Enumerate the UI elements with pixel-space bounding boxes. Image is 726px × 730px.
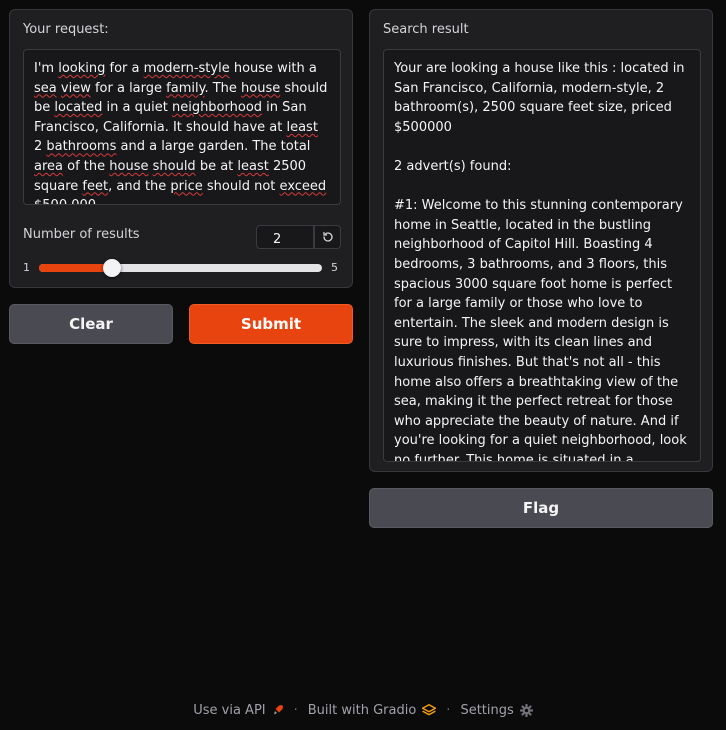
misspelled-word: exceed — [279, 178, 327, 194]
flag-button[interactable]: Flag — [369, 488, 713, 528]
request-panel: Your request: I'm looking for a modern-s… — [9, 9, 353, 288]
slider-thumb[interactable] — [102, 259, 121, 277]
request-text: should not — [202, 178, 280, 194]
settings-link[interactable]: Settings — [460, 702, 533, 718]
footer-separator: · — [446, 702, 451, 718]
request-text: for a — [105, 61, 144, 76]
request-text: be at — [195, 158, 238, 174]
request-text: in a quiet — [102, 100, 172, 116]
request-text: house with a — [229, 61, 321, 76]
request-text: I'm — [34, 61, 59, 76]
request-text: and a large garden. The total — [116, 139, 315, 155]
results-slider[interactable] — [39, 259, 322, 277]
footer-separator: · — [293, 702, 298, 718]
misspelled-word: sea — [34, 80, 57, 96]
misspelled-word: bathrooms — [46, 139, 117, 155]
misspelled-word: house — [241, 80, 281, 96]
result-label: Search result — [383, 22, 469, 37]
misspelled-word: least — [237, 158, 269, 174]
request-text: , and the — [108, 178, 171, 194]
slider-max-label: 5 — [331, 261, 338, 274]
request-text: for a large — [90, 80, 167, 96]
misspelled-word: located — [54, 100, 103, 116]
result-textarea[interactable]: Your are looking a house like this : loc… — [383, 49, 701, 462]
footer: Use via API · Built with Gradio · Settin… — [0, 700, 726, 720]
built-with-gradio-link[interactable]: Built with Gradio — [308, 703, 437, 718]
result-panel: Search result Your are looking a house l… — [369, 9, 713, 472]
misspelled-word: modern-style — [143, 61, 230, 76]
slider-fill — [39, 264, 112, 272]
slider-min-label: 1 — [23, 261, 30, 274]
misspelled-word: looking — [58, 61, 106, 76]
misspelled-word: feet — [82, 178, 109, 194]
gradio-logo-icon — [422, 704, 437, 716]
misspelled-word: family — [166, 80, 205, 96]
number-of-results-label: Number of results — [23, 227, 140, 242]
submit-button[interactable]: Submit — [189, 304, 353, 344]
misspelled-word: least — [286, 119, 318, 135]
misspelled-word: area — [34, 158, 63, 174]
request-text: . The — [204, 80, 242, 96]
misspelled-word: should — [152, 158, 196, 174]
reset-icon — [322, 231, 333, 242]
use-via-api-label: Use via API — [193, 702, 266, 718]
number-of-results-input[interactable]: 2 — [256, 225, 314, 249]
misspelled-word: house — [109, 158, 149, 174]
use-via-api-link[interactable]: Use via API — [193, 703, 283, 718]
clear-button[interactable]: Clear — [9, 304, 173, 344]
request-textarea[interactable]: I'm looking for a modern-style house wit… — [23, 49, 341, 205]
request-label: Your request: — [23, 22, 109, 37]
settings-label: Settings — [460, 702, 514, 718]
misspelled-word: price — [170, 178, 203, 194]
misspelled-word: view — [60, 80, 91, 96]
gear-icon — [519, 703, 533, 717]
built-with-gradio-label: Built with Gradio — [307, 702, 417, 718]
rocket-icon — [273, 705, 283, 715]
misspelled-word: neighborhood — [171, 100, 263, 116]
reset-button[interactable] — [314, 225, 341, 249]
request-text: of the — [63, 158, 110, 174]
